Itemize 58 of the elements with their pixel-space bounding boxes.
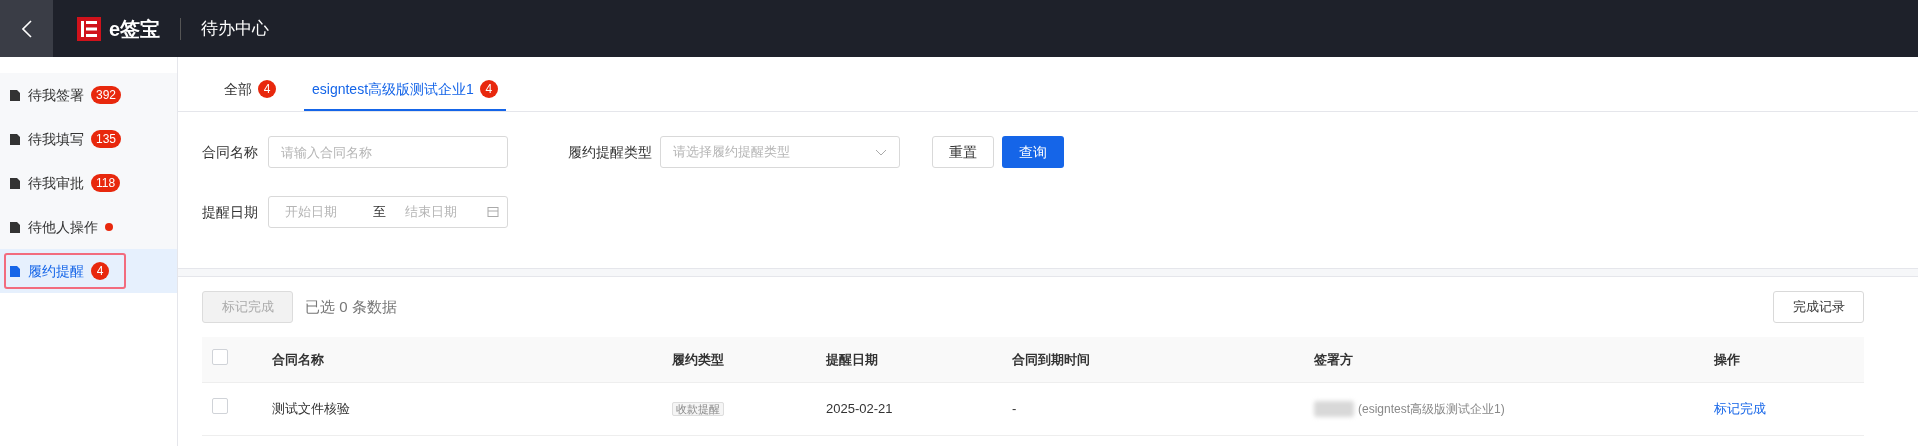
count-badge: 4 [91, 262, 109, 280]
search-button[interactable]: 查询 [1002, 136, 1064, 168]
select-placeholder: 请选择履约提醒类型 [673, 143, 790, 162]
sidebar-label: 待我签署 [28, 85, 84, 105]
table-cell: 测试文件核验 [272, 401, 350, 417]
checkbox[interactable] [212, 398, 228, 415]
document-icon [9, 88, 21, 102]
start-date-placeholder: 开始日期 [285, 203, 338, 222]
chevron-down-icon [875, 148, 887, 156]
reset-button[interactable]: 重置 [932, 136, 994, 168]
document-icon [9, 264, 21, 278]
column-header: 履约类型 [672, 351, 724, 367]
table-cell: 2025-02-21 [826, 401, 893, 417]
column-header: 合同名称 [272, 351, 324, 367]
logo-icon [77, 16, 101, 41]
sidebar-item[interactable]: 履约提醒 4 [0, 249, 177, 293]
range-separator: 至 [373, 203, 387, 222]
page-title: 待办中心 [201, 17, 270, 40]
type-tag: 收款提醒 [672, 402, 724, 417]
field-label: 履约提醒类型 [568, 142, 653, 162]
field-label: 提醒日期 [202, 202, 259, 222]
count-badge: 392 [91, 86, 122, 104]
count-badge: 4 [479, 80, 498, 98]
completion-records-button[interactable]: 完成记录 [1773, 291, 1864, 323]
field-label: 合同名称 [202, 142, 259, 162]
checkbox[interactable] [212, 348, 228, 365]
sidebar-label: 待我填写 [28, 129, 84, 149]
selection-info: 已选 0 条数据 [305, 296, 397, 317]
redacted-block [1314, 401, 1354, 417]
count-badge: 135 [91, 130, 122, 148]
sidebar-label: 待我审批 [28, 173, 84, 193]
column-header: 操作 [1714, 351, 1740, 367]
sidebar-item[interactable]: 待他人操作 [0, 205, 177, 249]
sidebar-item[interactable]: 待我签署 392 [0, 73, 177, 117]
date-range-field[interactable]: 开始日期 至 结束日期 [268, 196, 508, 228]
contract-name-field[interactable]: 请输入合同名称 [268, 136, 508, 168]
column-header: 合同到期时间 [1012, 351, 1090, 367]
count-badge: 4 [258, 80, 276, 98]
sidebar-label: 待他人操作 [28, 217, 98, 237]
tab[interactable]: esigntest高级版测试企业1 4 [304, 69, 506, 111]
document-icon [9, 132, 21, 146]
back-button[interactable] [0, 0, 53, 57]
table-cell-text: (esigntest高级版测试企业1) [1358, 401, 1505, 418]
calendar-icon [487, 206, 499, 218]
column-header: 提醒日期 [826, 351, 878, 367]
end-date-placeholder: 结束日期 [405, 203, 458, 222]
tab[interactable]: 全部 4 [216, 69, 284, 111]
sidebar-item[interactable]: 待我审批 118 [0, 161, 177, 205]
table-cell: - [1012, 401, 1017, 417]
document-icon [9, 176, 21, 190]
count-badge: 118 [91, 174, 121, 192]
logo-text: e签宝 [109, 16, 161, 42]
back-icon [21, 19, 32, 38]
sidebar-label: 履约提醒 [28, 261, 84, 281]
mark-complete-link[interactable]: 标记完成 [1714, 401, 1766, 417]
column-header: 签署方 [1314, 351, 1353, 367]
document-icon [9, 220, 21, 234]
sidebar-item[interactable]: 待我填写 135 [0, 117, 177, 161]
